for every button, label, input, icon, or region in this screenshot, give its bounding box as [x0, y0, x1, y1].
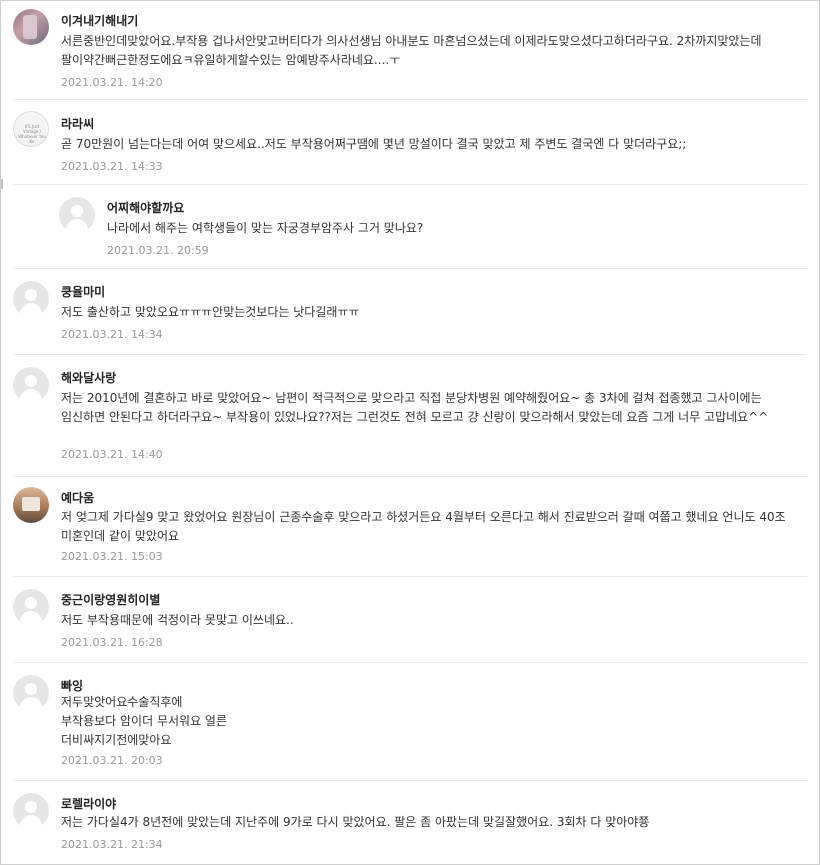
comment-date: 2021.03.21. 14:33: [61, 160, 163, 173]
avatar[interactable]: [13, 793, 49, 829]
comment-nickname[interactable]: 해와달사랑: [61, 369, 116, 386]
avatar-caption: ll'S Just Vintage / Whatever You Ke: [18, 124, 46, 144]
comment-item: 쿵율마미 저도 출산하고 맞았오요ㅠㅠㅠ안맞는것보다는 낫다길래ㅠㅠ 2021.…: [1, 269, 819, 355]
comment-item: 중근이랑영원히이별 저도 부작용때문에 걱정이라 못맞고 이쓰네요.. 2021…: [1, 577, 819, 663]
comment-nickname[interactable]: 예다움: [61, 489, 94, 506]
comment-nickname[interactable]: 중근이랑영원히이별: [61, 591, 160, 608]
avatar[interactable]: [13, 281, 49, 317]
avatar[interactable]: [59, 197, 95, 233]
comment-text: 나라에서 해주는 여학생들이 맞는 자궁경부암주사 그거 맞나요?: [107, 221, 424, 235]
comment-text: 곧 70만원이 넘는다는데 어여 맞으세요..저도 부작용어쩌구땜에 몇년 망설…: [61, 137, 687, 151]
comment-list: 이겨내기해내기 서른중반인데맞았어요.부작용 겁나서안맞고버티다가 의사선생님 …: [0, 0, 820, 865]
comment-nickname[interactable]: 어찌해야할까요: [107, 199, 184, 216]
comment-item: 예다움 저 엊그제 가다실9 맞고 왔었어요 원장님이 근종수술후 맞으라고 하…: [1, 477, 819, 577]
comment-nickname[interactable]: 라라씨: [61, 115, 94, 132]
comment-date: 2021.03.21. 20:03: [61, 754, 163, 767]
comment-nickname[interactable]: 이겨내기해내기: [61, 12, 138, 29]
comment-item: ll'S Just Vintage / Whatever You Ke 라라씨 …: [1, 99, 819, 185]
comment-item: 로렐라이야 저는 가다실4가 8년전에 맞았는데 지난주에 9가로 다시 맞았어…: [1, 781, 819, 865]
avatar[interactable]: [13, 675, 49, 711]
reply-item: 어찌해야할까요 나라에서 해주는 여학생들이 맞는 자궁경부암주사 그거 맞나요…: [1, 185, 819, 269]
comment-item: 빠잉 저두맞앗어요수술직후에 부작용보다 암이더 무서워요 얼른 더비싸지기전에…: [1, 663, 819, 781]
comment-nickname[interactable]: 빠잉: [61, 677, 83, 694]
avatar[interactable]: [13, 367, 49, 403]
comment-text: 저두맞앗어요수술직후에 부작용보다 암이더 무서워요 얼른 더비싸지기전에맞아요: [61, 695, 228, 747]
comment-text: 저 엊그제 가다실9 맞고 왔었어요 원장님이 근종수술후 맞으라고 하셨거든요…: [61, 510, 786, 543]
comment-nickname[interactable]: 쿵율마미: [61, 283, 105, 300]
avatar[interactable]: [13, 589, 49, 625]
comment-date: 2021.03.21. 14:34: [61, 328, 163, 341]
comment-text: 저는 2010년에 결혼하고 바로 맞았어요~ 남편이 적극적으로 맞으라고 직…: [61, 391, 769, 424]
avatar[interactable]: [13, 487, 49, 523]
avatar[interactable]: [13, 9, 49, 45]
comment-item: 이겨내기해내기 서른중반인데맞았어요.부작용 겁나서안맞고버티다가 의사선생님 …: [1, 1, 819, 100]
comment-date: 2021.03.21. 14:40: [61, 448, 163, 461]
comment-text: 서른중반인데맞았어요.부작용 겁나서안맞고버티다가 의사선생님 아내분도 마흔넘…: [61, 34, 762, 67]
comment-item: 해와달사랑 저는 2010년에 결혼하고 바로 맞았어요~ 남편이 적극적으로 …: [1, 355, 819, 477]
comment-text: 저도 출산하고 맞았오요ㅠㅠㅠ안맞는것보다는 낫다길래ㅠㅠ: [61, 305, 360, 319]
comment-text: 저도 부작용때문에 걱정이라 못맞고 이쓰네요..: [61, 613, 294, 627]
comment-date: 2021.03.21. 15:03: [61, 550, 163, 563]
comment-date: 2021.03.21. 20:59: [107, 244, 209, 257]
comment-date: 2021.03.21. 21:34: [61, 838, 163, 851]
comment-date: 2021.03.21. 14:20: [61, 76, 163, 89]
comment-text: 저는 가다실4가 8년전에 맞았는데 지난주에 9가로 다시 맞았어요. 팔은 …: [61, 815, 650, 829]
avatar[interactable]: ll'S Just Vintage / Whatever You Ke: [13, 111, 49, 147]
comment-nickname[interactable]: 로렐라이야: [61, 795, 116, 812]
comment-date: 2021.03.21. 16:28: [61, 636, 163, 649]
